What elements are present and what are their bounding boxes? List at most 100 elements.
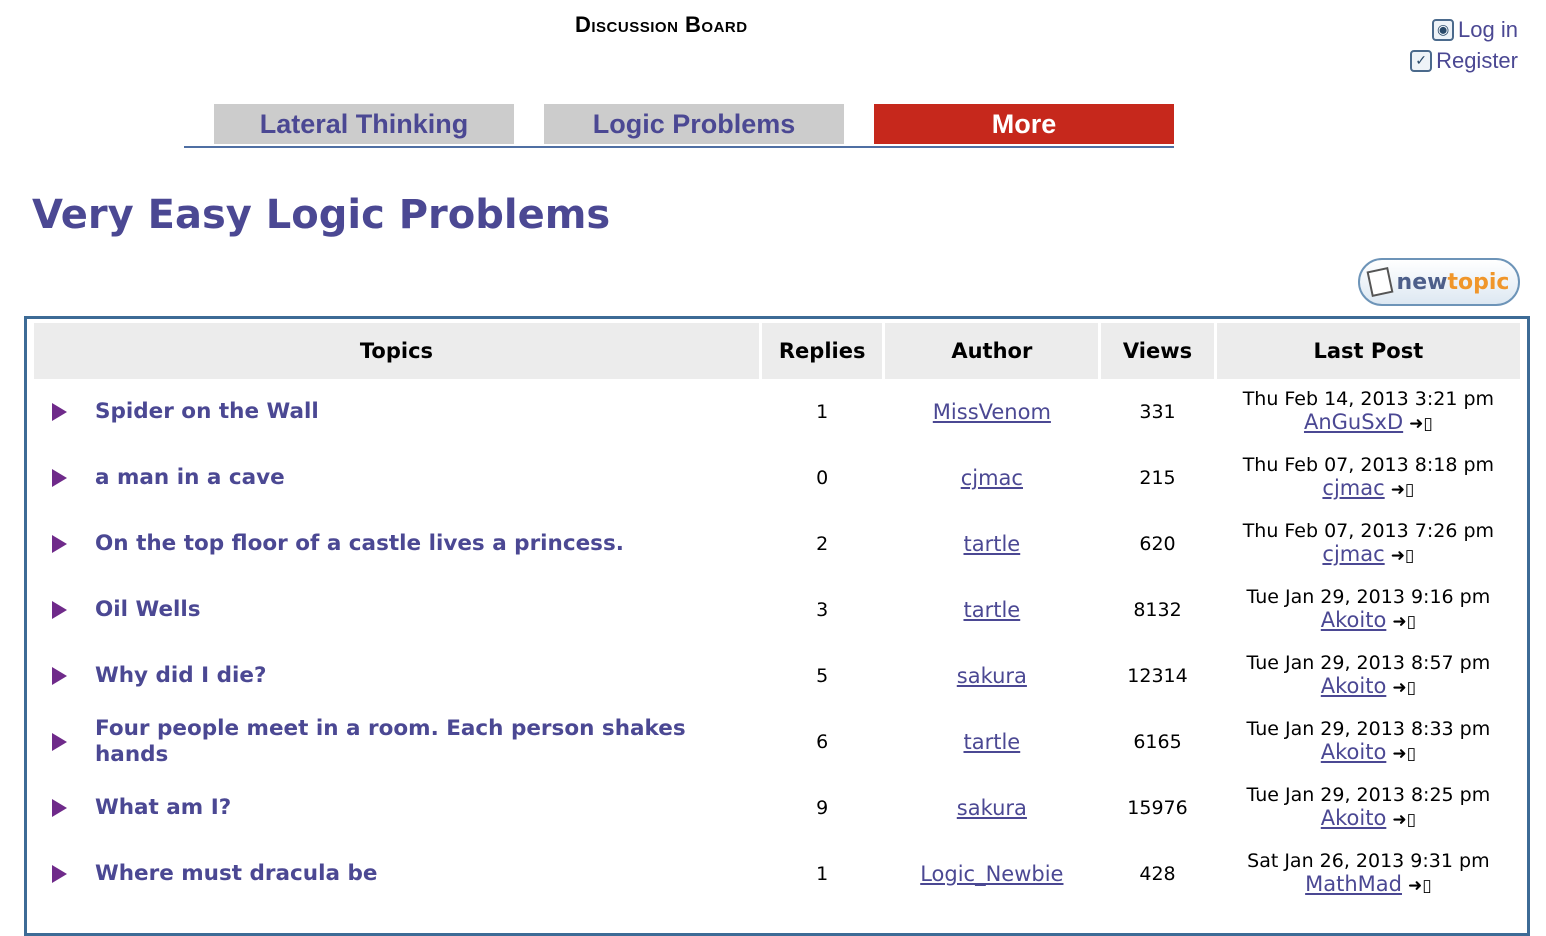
last-post-date: Tue Jan 29, 2013 8:33 pm: [1246, 718, 1491, 740]
nav-tabs: Lateral Thinking Logic Problems More: [184, 104, 1174, 148]
go-to-post-icon[interactable]: ➜▯: [1408, 875, 1432, 898]
last-post-date: Tue Jan 29, 2013 8:57 pm: [1246, 652, 1491, 674]
last-post-cell: Tue Jan 29, 2013 8:25 pm Akoito ➜▯: [1217, 775, 1520, 841]
author-cell: sakura: [885, 775, 1098, 841]
replies-count: 9: [816, 797, 829, 819]
replies-count: 5: [816, 665, 829, 687]
login-link[interactable]: ◉ Log in: [1410, 14, 1518, 45]
topic-cell: On the top floor of a castle lives a pri…: [34, 511, 759, 577]
topic-cell: Four people meet in a room. Each person …: [34, 709, 759, 775]
topic-title-link[interactable]: On the top floor of a castle lives a pri…: [95, 531, 715, 557]
topic-title-link[interactable]: a man in a cave: [95, 465, 715, 491]
last-post-date: Thu Feb 14, 2013 3:21 pm: [1242, 388, 1495, 410]
topic-title-link[interactable]: Where must dracula be: [95, 861, 715, 887]
tab-logic-problems[interactable]: Logic Problems: [544, 104, 844, 144]
tab-lateral-thinking[interactable]: Lateral Thinking: [214, 104, 514, 144]
last-post-user-link[interactable]: Akoito: [1321, 674, 1387, 698]
topic-cell: Oil Wells: [34, 577, 759, 643]
replies-count: 1: [816, 863, 829, 885]
replies-count: 3: [816, 599, 829, 621]
new-topic-label-topic: topic: [1447, 269, 1510, 295]
go-to-post-icon[interactable]: ➜▯: [1392, 611, 1416, 634]
register-label[interactable]: Register: [1436, 48, 1518, 74]
last-post-date: Thu Feb 07, 2013 8:18 pm: [1242, 454, 1495, 476]
topic-arrow-icon: [52, 535, 67, 553]
views-count: 428: [1139, 863, 1176, 885]
topics-table: Topics Replies Author Views Last Post Sp…: [31, 323, 1523, 907]
column-header-topics: Topics: [34, 323, 759, 379]
topic-title-link[interactable]: Why did I die?: [95, 663, 715, 689]
author-link[interactable]: sakura: [957, 664, 1027, 688]
topic-arrow-icon: [52, 469, 67, 487]
last-post-date: Tue Jan 29, 2013 9:16 pm: [1246, 586, 1491, 608]
views-count: 620: [1139, 533, 1176, 555]
topic-arrow-icon: [52, 799, 67, 817]
column-header-replies: Replies: [761, 323, 883, 379]
account-links: ◉ Log in ✓ Register: [1410, 14, 1518, 76]
author-link[interactable]: tartle: [963, 730, 1020, 754]
topic-arrow-icon: [52, 601, 67, 619]
last-post-user-link[interactable]: Akoito: [1321, 740, 1387, 764]
topic-title-link[interactable]: Oil Wells: [95, 597, 715, 623]
table-row: Spider on the Wall 1 MissVenom 331 Thu F…: [34, 379, 1520, 445]
login-icon: ◉: [1432, 18, 1455, 41]
last-post-cell: Thu Feb 14, 2013 3:21 pm AnGuSxD ➜▯: [1217, 379, 1520, 445]
table-row: What am I? 9 sakura 15976 Tue Jan 29, 20…: [34, 775, 1520, 841]
table-row: Oil Wells 3 tartle 8132 Tue Jan 29, 2013…: [34, 577, 1520, 643]
last-post-user-link[interactable]: MathMad: [1305, 872, 1402, 896]
topic-cell: Spider on the Wall: [34, 379, 759, 445]
topic-cell: Where must dracula be: [34, 841, 759, 907]
views-count: 6165: [1133, 731, 1182, 753]
last-post-user-link[interactable]: cjmac: [1322, 476, 1384, 500]
document-icon: [1366, 266, 1394, 298]
author-cell: tartle: [885, 511, 1098, 577]
last-post-cell: Thu Feb 07, 2013 8:18 pm cjmac ➜▯: [1217, 445, 1520, 511]
topic-title-link[interactable]: What am I?: [95, 795, 715, 821]
last-post-cell: Sat Jan 26, 2013 9:31 pm MathMad ➜▯: [1217, 841, 1520, 907]
author-link[interactable]: sakura: [957, 796, 1027, 820]
topic-cell: a man in a cave: [34, 445, 759, 511]
login-label[interactable]: Log in: [1458, 17, 1518, 43]
author-cell: MissVenom: [885, 379, 1098, 445]
views-count: 8132: [1133, 599, 1182, 621]
topic-title-link[interactable]: Spider on the Wall: [95, 399, 715, 425]
topic-arrow-icon: [52, 865, 67, 883]
go-to-post-icon[interactable]: ➜▯: [1392, 809, 1416, 832]
table-header-row: Topics Replies Author Views Last Post: [34, 323, 1520, 379]
last-post-user-link[interactable]: AnGuSxD: [1304, 410, 1403, 434]
author-cell: Logic_Newbie: [885, 841, 1098, 907]
author-link[interactable]: Logic_Newbie: [920, 862, 1063, 886]
new-topic-label-new: new: [1396, 269, 1448, 295]
replies-count: 6: [816, 731, 829, 753]
tab-more[interactable]: More: [874, 104, 1174, 144]
author-link[interactable]: cjmac: [961, 466, 1023, 490]
views-count: 15976: [1127, 797, 1188, 819]
author-link[interactable]: tartle: [963, 598, 1020, 622]
last-post-date: Thu Feb 07, 2013 7:26 pm: [1242, 520, 1495, 542]
last-post-user-link[interactable]: Akoito: [1321, 806, 1387, 830]
new-topic-button[interactable]: new topic: [1358, 258, 1520, 306]
views-count: 12314: [1127, 665, 1188, 687]
topic-arrow-icon: [52, 403, 67, 421]
topics-table-container: Topics Replies Author Views Last Post Sp…: [24, 316, 1530, 936]
table-row: a man in a cave 0 cjmac 215 Thu Feb 07, …: [34, 445, 1520, 511]
column-header-author: Author: [885, 323, 1099, 379]
go-to-post-icon[interactable]: ➜▯: [1392, 677, 1416, 700]
go-to-post-icon[interactable]: ➜▯: [1392, 743, 1416, 766]
views-count: 215: [1139, 467, 1176, 489]
author-link[interactable]: MissVenom: [933, 400, 1051, 424]
board-title: Discussion Board: [575, 12, 748, 37]
replies-count: 2: [816, 533, 829, 555]
go-to-post-icon[interactable]: ➜▯: [1409, 413, 1433, 436]
table-row: On the top floor of a castle lives a pri…: [34, 511, 1520, 577]
column-header-views: Views: [1101, 323, 1214, 379]
last-post-user-link[interactable]: Akoito: [1321, 608, 1387, 632]
author-cell: tartle: [885, 709, 1098, 775]
go-to-post-icon[interactable]: ➜▯: [1391, 545, 1415, 568]
register-link[interactable]: ✓ Register: [1410, 45, 1518, 76]
topic-title-link[interactable]: Four people meet in a room. Each person …: [95, 716, 715, 768]
table-row: Where must dracula be 1 Logic_Newbie 428…: [34, 841, 1520, 907]
author-link[interactable]: tartle: [963, 532, 1020, 556]
go-to-post-icon[interactable]: ➜▯: [1391, 479, 1415, 502]
last-post-user-link[interactable]: cjmac: [1322, 542, 1384, 566]
